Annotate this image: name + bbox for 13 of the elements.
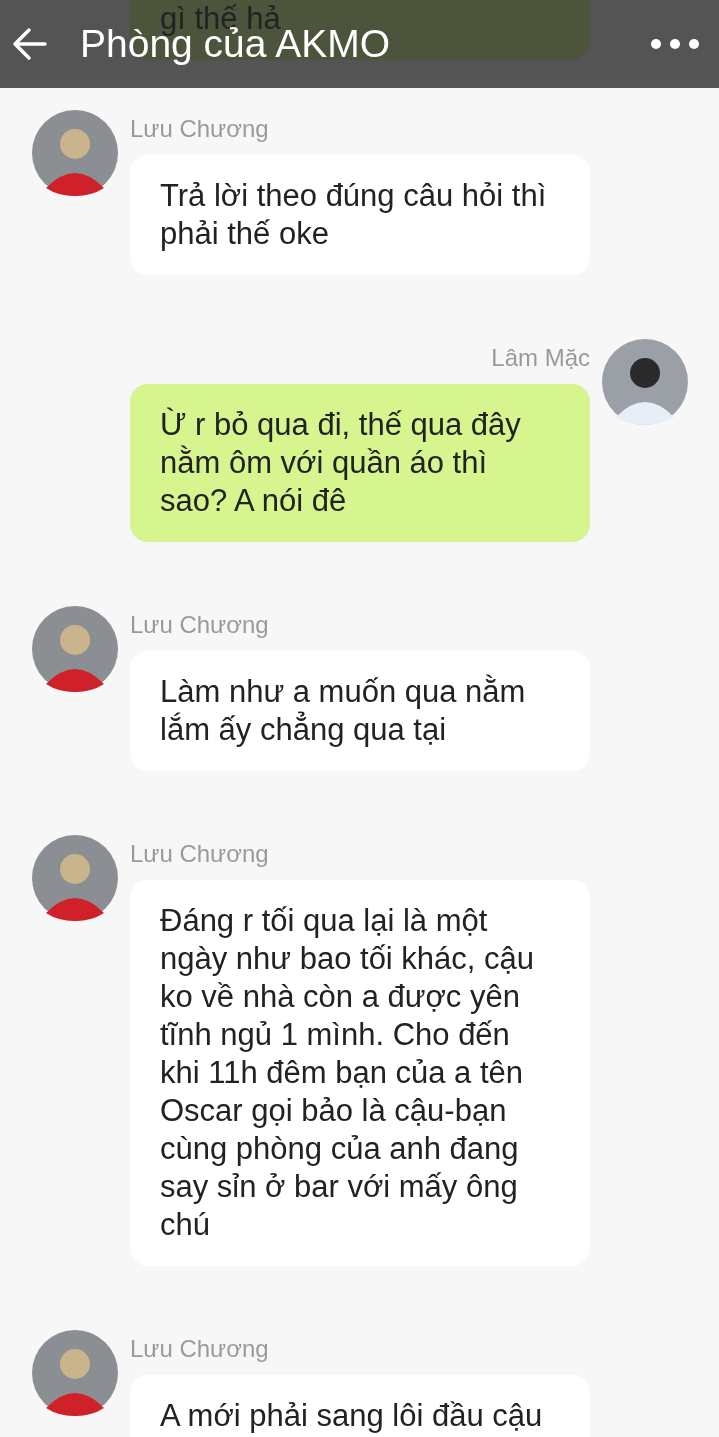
avatar[interactable] xyxy=(602,339,688,425)
sender-name: Lưu Chương xyxy=(130,610,270,640)
more-icon[interactable] xyxy=(650,38,700,50)
message-bubble: A mới phải sang lôi đầu cậu xyxy=(130,1375,590,1437)
message-bubble: Ừ r bỏ qua đi, thế qua đây nằm ôm với quần áo thì sao? A nói đê xyxy=(130,384,590,542)
message-bubble: Đáng r tối qua lại là một ngày như bao tối khác, cậu ko về nhà còn a được yên tĩnh ngủ 1 mình. Cho đến khi 11h đêm bạn của a tên Oscar gọi bảo là cậu-bạn cùng phòng của anh đang say sỉn ở bar với mấy ông chú xyxy=(130,880,590,1266)
sender-name: Lưu Chương xyxy=(130,839,270,869)
sender-name: Lưu Chương xyxy=(130,1334,270,1364)
message-bubble: Trả lời theo đúng câu hỏi thì phải thế oke xyxy=(130,155,590,275)
message-bubble: Làm như a muốn qua nằm lắm ấy chẳng qua tại xyxy=(130,651,590,771)
sender-name: Lưu Chương xyxy=(130,114,270,144)
sender-name: Lâm Mặc xyxy=(491,343,590,373)
back-arrow-icon[interactable] xyxy=(12,26,48,62)
